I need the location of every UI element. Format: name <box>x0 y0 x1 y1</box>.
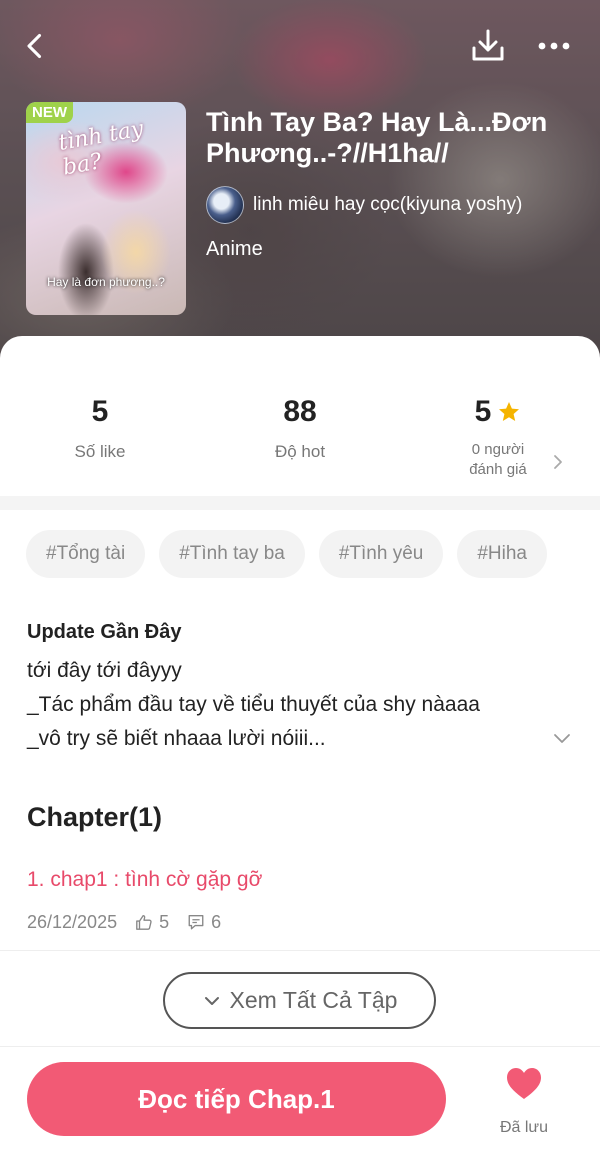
stats-row: 5 Số like 88 Độ hot 5 0 người đánh giá <box>0 336 600 496</box>
tag-chip[interactable]: #Tổng tài <box>26 530 146 578</box>
more-icon <box>538 42 570 50</box>
back-button[interactable] <box>22 28 58 64</box>
rating-count-line2: đánh giá <box>469 461 527 478</box>
divider <box>0 950 600 951</box>
tag-chip[interactable]: #Tình tay ba <box>159 530 305 578</box>
chapter-item-title[interactable]: 1. chap1 : tình cờ gặp gỡ <box>27 868 262 892</box>
avatar[interactable] <box>206 186 244 224</box>
download-button[interactable] <box>468 26 508 66</box>
genre-label[interactable]: Anime <box>206 238 263 261</box>
rating-value: 5 <box>474 395 492 428</box>
details-card: 5 Số like 88 Độ hot 5 0 người đánh giá #… <box>0 336 600 1149</box>
story-cover[interactable]: NEW tình tay ba? Hay là đơn phương..? <box>26 102 186 315</box>
top-bar <box>0 24 600 68</box>
new-badge: NEW <box>26 102 73 123</box>
tag-chip[interactable]: #Hiha <box>457 530 548 578</box>
stat-hot: 88 Độ hot <box>200 392 400 462</box>
chapter-likes: 5 <box>159 911 170 932</box>
divider <box>0 1046 600 1047</box>
chevron-right-icon[interactable] <box>548 452 568 472</box>
rating-count-label: 0 người đánh giá <box>398 440 598 480</box>
saved-button[interactable]: Đã lưu <box>490 1066 558 1137</box>
author-name[interactable]: linh miêu hay cọc(kiyuna yoshy) <box>253 194 522 216</box>
tag-list: #Tổng tài #Tình tay ba #Tình yêu #Hiha <box>26 530 548 578</box>
continue-reading-button[interactable]: Đọc tiếp Chap.1 <box>27 1062 446 1136</box>
update-description[interactable]: tới đây tới đâyyy _Tác phẩm đầu tay về t… <box>27 654 537 756</box>
story-title: Tình Tay Ba? Hay Là...Đơn Phương..-?//H1… <box>206 107 548 168</box>
section-divider <box>0 496 600 510</box>
chapter-date: 26/12/2025 <box>27 911 118 932</box>
stat-rating[interactable]: 5 0 người đánh giá <box>398 392 598 480</box>
view-all-label: Xem Tất Cả Tập <box>229 987 398 1013</box>
stat-likes: 5 Số like <box>0 392 200 462</box>
likes-label: Số like <box>74 442 126 461</box>
update-line: _Tác phẩm đầu tay về tiểu thuyết của shy… <box>27 693 480 716</box>
hot-value: 88 <box>283 395 317 428</box>
likes-value: 5 <box>91 395 109 428</box>
chevron-down-icon <box>204 996 219 1005</box>
comment-icon <box>188 915 204 930</box>
hot-label: Độ hot <box>274 442 326 461</box>
thumbs-up-icon <box>136 915 152 930</box>
rating-value-row: 5 <box>398 392 598 432</box>
rating-count-line1: 0 người <box>471 441 525 458</box>
update-line: _vô try sẽ biết nhaaa lười nóiii... <box>27 727 326 750</box>
tag-chip[interactable]: #Tình yêu <box>318 530 444 578</box>
chapter-comments: 6 <box>211 911 222 932</box>
saved-label: Đã lưu <box>499 1119 549 1136</box>
more-button[interactable] <box>532 28 576 64</box>
update-line: tới đây tới đâyyy <box>27 659 182 682</box>
download-icon <box>472 29 504 61</box>
chapter-item-meta: 26/12/2025 5 6 <box>27 910 221 934</box>
cover-title-art: tình tay ba? <box>56 116 146 181</box>
chevron-down-icon[interactable] <box>550 726 574 750</box>
heart-icon <box>507 1068 541 1099</box>
update-heading: Update Gần Đây <box>27 621 182 643</box>
chapter-heading: Chapter(1) <box>27 802 163 832</box>
view-all-chapters-button[interactable]: Xem Tất Cả Tập <box>163 972 436 1029</box>
cover-caption: Hay là đơn phương..? <box>47 275 165 289</box>
back-arrow-icon <box>27 33 42 59</box>
author-row[interactable]: linh miêu hay cọc(kiyuna yoshy) <box>206 186 522 224</box>
star-icon <box>499 402 520 421</box>
